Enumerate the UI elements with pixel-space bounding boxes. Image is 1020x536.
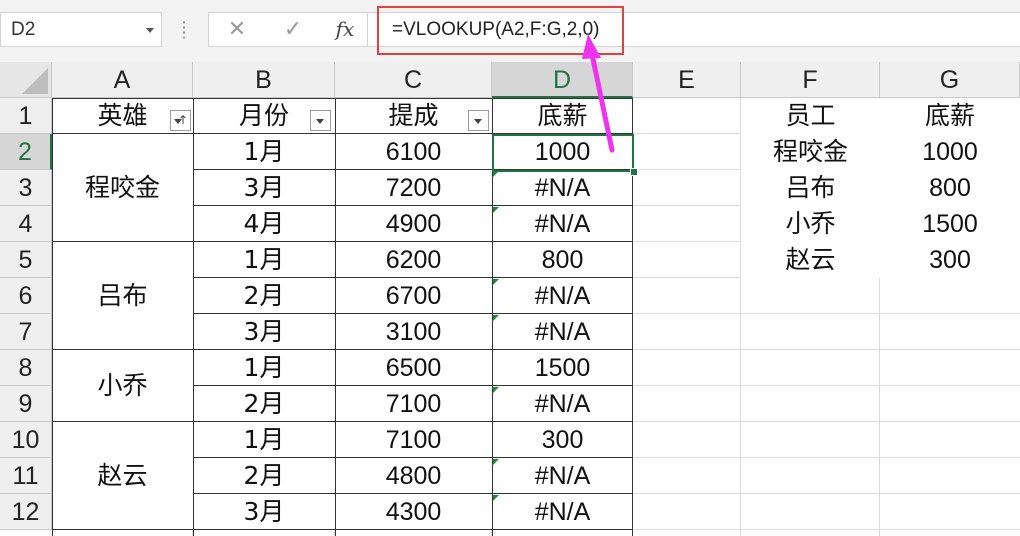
annotation-arrow-head — [582, 34, 601, 59]
annotation-arrow — [582, 34, 615, 153]
annotation-arrow-line — [589, 51, 615, 153]
